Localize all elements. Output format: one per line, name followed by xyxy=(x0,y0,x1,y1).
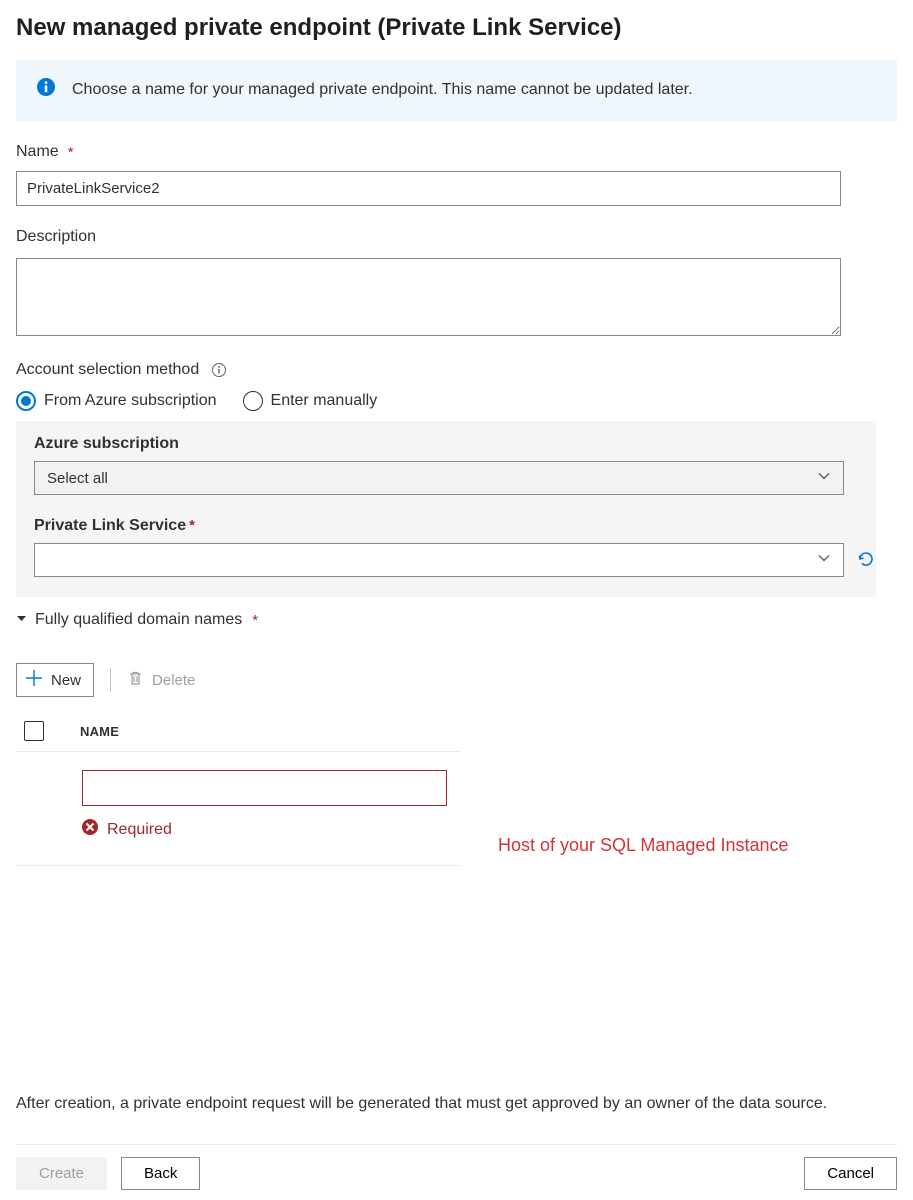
validation-error: Required xyxy=(81,818,461,841)
radio-from-azure[interactable]: From Azure subscription xyxy=(16,391,217,411)
footer-bar: Create Back Cancel xyxy=(16,1144,897,1190)
refresh-icon[interactable] xyxy=(856,549,876,572)
error-icon xyxy=(81,818,99,841)
info-outline-icon[interactable] xyxy=(211,362,227,378)
description-textarea[interactable] xyxy=(16,258,841,336)
create-button: Create xyxy=(16,1157,107,1190)
info-banner-text: Choose a name for your managed private e… xyxy=(72,81,693,98)
cancel-button[interactable]: Cancel xyxy=(804,1157,897,1190)
name-input[interactable] xyxy=(16,171,841,206)
chevron-down-icon xyxy=(817,551,831,569)
annotation-text: Host of your SQL Managed Instance xyxy=(498,835,789,856)
pls-label: Private Link Service* xyxy=(34,517,858,535)
azure-subscription-select[interactable]: Select all xyxy=(34,461,844,495)
azure-subscription-label: Azure subscription xyxy=(34,435,858,453)
new-button[interactable]: New xyxy=(16,663,94,697)
info-banner: Choose a name for your managed private e… xyxy=(16,60,897,121)
name-label: Name* xyxy=(16,143,897,161)
plus-icon xyxy=(25,669,43,691)
info-icon xyxy=(36,77,56,104)
description-label: Description xyxy=(16,228,897,246)
radio-enter-manually[interactable]: Enter manually xyxy=(243,391,378,411)
pls-select[interactable] xyxy=(34,543,844,577)
back-button[interactable]: Back xyxy=(121,1157,200,1190)
fqdn-section-toggle[interactable]: Fully qualified domain names* xyxy=(16,611,897,629)
fqdn-table: NAME Required xyxy=(16,721,461,866)
account-method-label: Account selection method xyxy=(16,361,897,379)
fqdn-input[interactable] xyxy=(82,770,447,806)
caret-down-icon xyxy=(16,611,27,629)
footer-note: After creation, a private endpoint reque… xyxy=(16,1092,897,1116)
table-row: Required xyxy=(16,752,461,866)
page-title: New managed private endpoint (Private Li… xyxy=(16,14,897,42)
delete-button: Delete xyxy=(127,670,195,691)
chevron-down-icon xyxy=(817,469,831,487)
divider xyxy=(110,668,111,692)
trash-icon xyxy=(127,670,144,691)
column-header-name: NAME xyxy=(80,724,119,739)
azure-selection-panel: Azure subscription Select all Private Li… xyxy=(16,421,876,597)
select-all-checkbox[interactable] xyxy=(24,721,44,741)
